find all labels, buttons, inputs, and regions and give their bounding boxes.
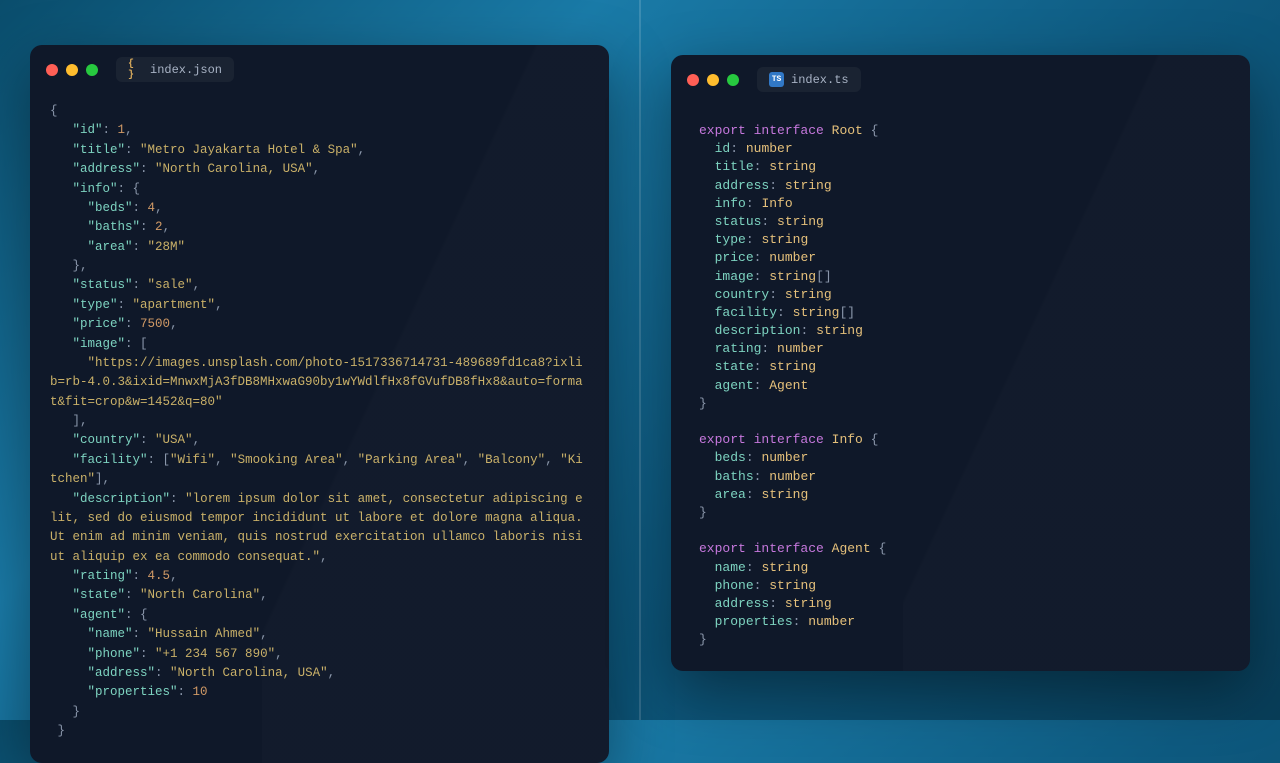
json-code-block[interactable]: { "id": 1, "title": "Metro Jayakarta Hot… [30, 94, 609, 763]
close-icon[interactable] [46, 64, 58, 76]
close-icon[interactable] [687, 74, 699, 86]
minimize-icon[interactable] [707, 74, 719, 86]
file-tab-label: index.json [150, 63, 222, 77]
maximize-icon[interactable] [727, 74, 739, 86]
file-tab-label: index.ts [791, 73, 849, 87]
right-pane: TS index.ts export interface Root { id: … [641, 0, 1280, 720]
ts-editor-window: TS index.ts export interface Root { id: … [671, 55, 1250, 671]
traffic-lights [687, 74, 739, 86]
traffic-lights [46, 64, 98, 76]
file-tab[interactable]: TS index.ts [757, 67, 861, 92]
maximize-icon[interactable] [86, 64, 98, 76]
titlebar: TS index.ts [671, 55, 1250, 104]
minimize-icon[interactable] [66, 64, 78, 76]
json-editor-window: { } index.json { "id": 1, "title": "Metr… [30, 45, 609, 763]
file-tab[interactable]: { } index.json [116, 57, 234, 82]
left-pane: { } index.json { "id": 1, "title": "Metr… [0, 0, 639, 720]
ts-code-block[interactable]: export interface Root { id: number title… [671, 104, 1250, 671]
titlebar: { } index.json [30, 45, 609, 94]
typescript-file-icon: TS [769, 72, 784, 87]
json-file-icon: { } [128, 62, 143, 77]
